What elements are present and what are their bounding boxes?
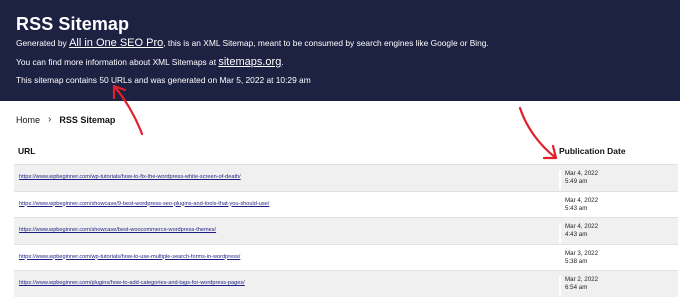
generated-by-prefix: Generated by	[16, 38, 67, 48]
row-date: Mar 2, 2022	[565, 276, 599, 283]
row-time: 5:38 am	[565, 257, 588, 265]
row-time: 5:49 am	[565, 178, 588, 185]
breadcrumb-separator-icon: ›	[48, 114, 52, 125]
sitemaps-org-link[interactable]: sitemaps.org	[218, 56, 281, 68]
column-header-publication-date: Publication Date	[559, 146, 626, 156]
row-date: Mar 4, 2022	[565, 223, 599, 230]
sitemap-summary: This sitemap contains 50 URLs and was ge…	[16, 75, 311, 85]
page-title: RSS Sitemap	[16, 14, 130, 34]
row-url-link[interactable]: https://www.wpbeginner.com/showcase/9-be…	[19, 201, 269, 207]
row-date: Mar 4, 2022	[565, 196, 599, 204]
table-row: https://www.wpbeginner.com/showcase/9-be…	[14, 190, 680, 217]
more-info-text: You can find more information about XML …	[16, 56, 284, 68]
breadcrumb: Home › RSS Sitemap	[16, 114, 115, 125]
generated-by-suffix: , this is an XML Sitemap, meant to be co…	[163, 38, 489, 48]
row-url-link[interactable]: https://www.wpbeginner.com/wp-tutorials/…	[19, 174, 241, 180]
sitemap-header: RSS Sitemap Generated by All in One SEO …	[0, 0, 680, 101]
row-publication-date: Mar 4, 2022 5:49 am	[559, 170, 680, 190]
row-url-link[interactable]: https://www.wpbeginner.com/plugins/how-t…	[19, 280, 245, 286]
aioseo-link[interactable]: All in One SEO Pro	[69, 37, 163, 49]
column-header-url: URL	[18, 146, 36, 156]
more-info-suffix: .	[281, 57, 284, 67]
breadcrumb-home[interactable]: Home	[16, 115, 40, 125]
annotation-arrow-icon	[518, 106, 558, 160]
row-publication-date: Mar 3, 2022 5:38 am	[559, 249, 680, 270]
row-date: Mar 3, 2022	[565, 249, 599, 257]
row-url-link[interactable]: https://www.wpbeginner.com/wp-tutorials/…	[19, 254, 240, 260]
row-time: 4:43 am	[565, 231, 588, 238]
row-time: 5:43 am	[565, 204, 588, 212]
row-date: Mar 4, 2022	[565, 170, 599, 177]
row-url-link[interactable]: https://www.wpbeginner.com/showcase/best…	[19, 227, 216, 233]
table-row: https://www.wpbeginner.com/plugins/how-t…	[14, 270, 678, 297]
more-info-prefix: You can find more information about XML …	[16, 57, 217, 67]
row-publication-date: Mar 4, 2022 4:43 am	[559, 223, 680, 243]
table-row: https://www.wpbeginner.com/wp-tutorials/…	[14, 243, 680, 270]
table-row: https://www.wpbeginner.com/showcase/best…	[14, 217, 678, 244]
row-time: 6:54 am	[565, 284, 588, 291]
generated-by-text: Generated by All in One SEO Pro, this is…	[16, 37, 489, 49]
row-publication-date: Mar 4, 2022 5:43 am	[559, 196, 680, 217]
breadcrumb-current: RSS Sitemap	[59, 114, 116, 125]
sitemap-table: https://www.wpbeginner.com/wp-tutorials/…	[14, 164, 678, 297]
table-row: https://www.wpbeginner.com/wp-tutorials/…	[14, 164, 678, 191]
row-publication-date: Mar 2, 2022 6:54 am	[559, 276, 680, 296]
